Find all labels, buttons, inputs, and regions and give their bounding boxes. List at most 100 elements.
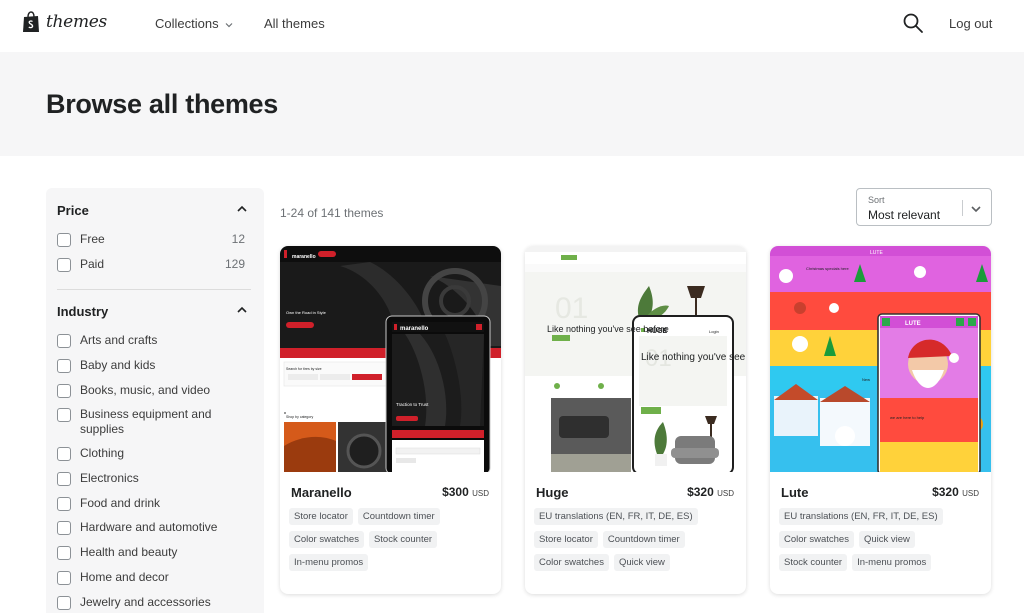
preview-top-brand-text: LUTE <box>870 250 883 256</box>
logout-link[interactable]: Log out <box>949 16 992 31</box>
filter-option-label: Health and beauty <box>80 545 178 559</box>
filter-option-paid[interactable]: Paid 129 <box>57 257 251 272</box>
theme-price-currency: USD <box>472 489 489 498</box>
preview-login-text: Login <box>709 329 719 334</box>
theme-price: $300 USD <box>442 485 489 499</box>
sort-separator <box>962 200 963 216</box>
checkbox[interactable] <box>57 521 71 535</box>
filter-option-food-and-drink[interactable]: Food and drink <box>57 496 251 511</box>
theme-price-value: $320 <box>687 485 714 499</box>
checkbox[interactable] <box>57 497 71 511</box>
preview-hero-text: Own the Road in Style <box>286 310 327 315</box>
checkbox[interactable] <box>57 258 71 272</box>
theme-price-currency: USD <box>962 489 979 498</box>
theme-preview-image[interactable]: LUTE LUTE Christmas specials here we are… <box>770 246 991 472</box>
sort-caption: Sort <box>868 195 885 205</box>
feature-tag: Stock counter <box>368 531 438 548</box>
filter-option-health-beauty[interactable]: Health and beauty <box>57 545 251 560</box>
checkbox[interactable] <box>57 596 71 610</box>
preview-shop-text: Shop by category <box>286 415 313 419</box>
sort-dropdown[interactable]: Sort Most relevant <box>856 188 992 226</box>
checkbox[interactable] <box>57 447 71 461</box>
feature-tag: Stock counter <box>779 554 848 571</box>
filter-option-hardware-automotive[interactable]: Hardware and automotive <box>57 520 251 535</box>
checkbox[interactable] <box>57 233 71 247</box>
chevron-up-icon[interactable] <box>236 303 248 315</box>
filter-option-business-equipment[interactable]: Business equipment and supplies <box>57 407 251 437</box>
preview-brand-text: HUGE <box>647 328 668 335</box>
feature-tag: Countdown timer <box>602 531 685 548</box>
filter-option-home-decor[interactable]: Home and decor <box>57 570 251 585</box>
page-hero: Browse all themes <box>0 52 1024 156</box>
filter-option-jewelry-accessories[interactable]: Jewelry and accessories <box>57 595 251 610</box>
feature-tag: Color swatches <box>534 554 609 571</box>
filter-option-free[interactable]: Free 12 <box>57 232 251 247</box>
filter-option-label: Baby and kids <box>80 358 156 372</box>
preview-mobile-headline: Like nothing you've see before <box>641 352 746 363</box>
theme-price-value: $300 <box>442 485 469 499</box>
preview-brand-text: LUTE <box>905 321 921 327</box>
nav-all-themes[interactable]: All themes <box>264 16 325 31</box>
filter-option-arts-and-crafts[interactable]: Arts and crafts <box>57 333 251 348</box>
top-navigation-bar: themes Collections All themes Log out <box>0 0 1024 52</box>
sort-value: Most relevant <box>868 208 941 222</box>
preview-mobile-brand-text: maranello <box>400 326 429 332</box>
nav-collections[interactable]: Collections <box>155 16 233 31</box>
filter-option-electronics[interactable]: Electronics <box>57 471 251 486</box>
feature-tag: Quick view <box>613 554 670 571</box>
filter-industry-heading[interactable]: Industry <box>57 304 108 319</box>
filter-price-heading[interactable]: Price <box>57 203 89 218</box>
filter-option-clothing[interactable]: Clothing <box>57 446 251 461</box>
filter-option-label: Hardware and automotive <box>80 520 218 534</box>
checkbox[interactable] <box>57 472 71 486</box>
filter-option-baby-and-kids[interactable]: Baby and kids <box>57 358 251 373</box>
theme-name[interactable]: Huge <box>536 485 569 500</box>
chevron-down-icon <box>970 202 982 214</box>
theme-price-value: $320 <box>932 485 959 499</box>
checkbox[interactable] <box>57 571 71 585</box>
filter-option-label: Jewelry and accessories <box>80 595 211 609</box>
preview-mobile-text: Traction to Trust <box>396 402 429 407</box>
theme-price: $320 USD <box>687 485 734 499</box>
feature-tag: Store locator <box>534 531 598 548</box>
results-count: 1-24 of 141 themes <box>280 206 384 220</box>
preview-big-number: 01 <box>555 292 588 325</box>
feature-tag: Quick view <box>858 531 915 548</box>
filter-option-label: Books, music, and video <box>80 383 211 397</box>
checkbox[interactable] <box>57 334 71 348</box>
feature-tag: Color swatches <box>289 531 364 548</box>
theme-price-currency: USD <box>717 489 734 498</box>
checkbox[interactable] <box>57 359 71 373</box>
chevron-up-icon[interactable] <box>236 202 248 214</box>
preview-small-text: we are here to help <box>890 415 925 420</box>
filter-option-label: Free <box>80 232 105 246</box>
feature-tag: Store locator <box>289 508 353 525</box>
logo-text: themes <box>46 12 107 32</box>
shopify-themes-logo[interactable]: themes <box>22 11 107 33</box>
checkbox[interactable] <box>57 546 71 560</box>
checkbox[interactable] <box>57 408 71 422</box>
preview-brand-text: maranello <box>292 254 316 260</box>
feature-tag: Color swatches <box>779 531 854 548</box>
feature-tag: EU translations (EN, FR, IT, DE, ES) <box>534 508 698 525</box>
theme-name[interactable]: Maranello <box>291 485 352 500</box>
theme-feature-tags: Store locator Countdown timer Color swat… <box>289 508 494 571</box>
chevron-down-icon <box>225 16 233 31</box>
filter-option-label: Food and drink <box>80 496 161 510</box>
preview-search-text: Search for tires by size <box>286 367 322 371</box>
nav-collections-label: Collections <box>155 16 219 31</box>
filter-option-books-music-video[interactable]: Books, music, and video <box>57 383 251 398</box>
filter-sidebar: Price Free 12 Paid 129 Industry Arts and… <box>46 188 264 613</box>
theme-feature-tags: EU translations (EN, FR, IT, DE, ES) Col… <box>779 508 984 571</box>
search-icon[interactable] <box>902 12 924 34</box>
theme-card-huge[interactable]: 01 01 Like nothing you've see Like nothi… <box>525 246 746 594</box>
filter-option-label: Electronics <box>80 471 139 485</box>
theme-preview-image[interactable]: Own the Road in Style maranello maranell… <box>280 246 501 472</box>
checkbox[interactable] <box>57 384 71 398</box>
theme-name[interactable]: Lute <box>781 485 808 500</box>
theme-card-lute[interactable]: LUTE LUTE Christmas specials here we are… <box>770 246 991 594</box>
page-title: Browse all themes <box>46 89 278 119</box>
theme-card-maranello[interactable]: Own the Road in Style maranello maranell… <box>280 246 501 594</box>
filter-option-label: Business equipment and supplies <box>80 407 212 436</box>
theme-preview-image[interactable]: 01 01 Like nothing you've see Like nothi… <box>525 246 746 472</box>
